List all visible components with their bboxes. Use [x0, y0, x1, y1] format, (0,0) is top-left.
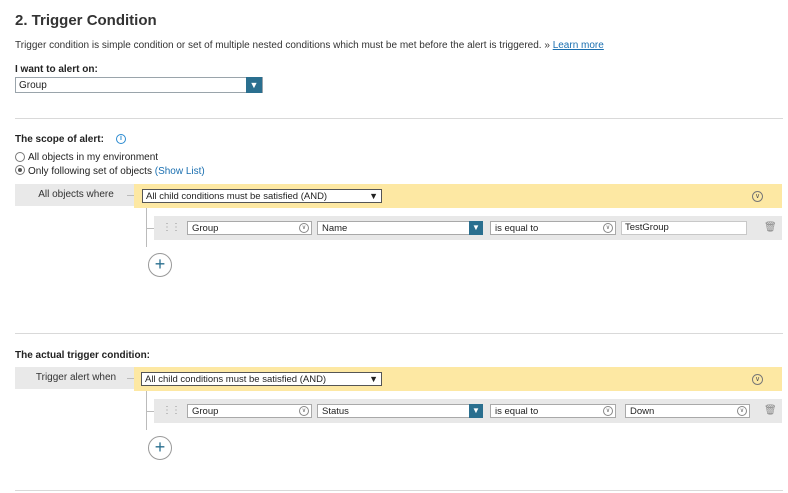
learn-more-link[interactable]: Learn more	[553, 40, 604, 51]
chevron-down-icon[interactable]: ▼	[469, 404, 483, 418]
scope-object-select[interactable]: Group ∨	[187, 221, 312, 235]
trigger-alert-when-label: Trigger alert when	[15, 367, 137, 389]
scope-operator-value: is equal to	[495, 223, 539, 234]
drag-handle-icon[interactable]: ⋮⋮	[162, 405, 181, 416]
radio-following-objects[interactable]	[15, 165, 25, 175]
chevron-down-icon: ∨	[737, 406, 747, 416]
chevron-down-icon: ∨	[603, 406, 613, 416]
chevron-down-icon[interactable]: ▼	[246, 77, 262, 93]
trigger-object-value: Group	[192, 406, 219, 417]
section-description: Trigger condition is simple condition or…	[15, 40, 604, 51]
section-title: 2. Trigger Condition	[15, 12, 157, 29]
tree-line	[146, 228, 154, 229]
chevron-down-icon: ∨	[299, 223, 309, 233]
chevron-down-icon: ∨	[603, 223, 613, 233]
divider	[15, 118, 783, 119]
add-condition-button[interactable]: +	[148, 436, 172, 460]
trigger-operator-value: is equal to	[495, 406, 539, 417]
scope-value-text: TestGroup	[625, 222, 669, 233]
chevron-down-icon[interactable]: ▼	[469, 221, 483, 235]
description-text: Trigger condition is simple condition or…	[15, 40, 550, 51]
scope-value-input[interactable]: TestGroup	[621, 221, 747, 235]
show-list-link[interactable]: (Show List)	[155, 166, 205, 177]
trigger-object-select[interactable]: Group ∨	[187, 404, 312, 418]
info-icon[interactable]: i	[116, 134, 126, 144]
all-objects-where-label: All objects where	[15, 184, 137, 206]
radio-following-objects-label: Only following set of objects (Show List…	[28, 166, 205, 177]
tree-line	[146, 411, 154, 412]
trigger-value-select[interactable]: Down ∨	[625, 404, 750, 418]
trigger-field-value: Status	[322, 406, 349, 417]
alert-on-label: I want to alert on:	[15, 64, 98, 75]
scope-label: The scope of alert:	[15, 134, 104, 145]
trash-icon[interactable]: 🗑	[764, 405, 777, 416]
collapse-icon[interactable]: ∨	[752, 191, 763, 202]
scope-and-select[interactable]: All child conditions must be satisfied (…	[142, 189, 382, 203]
radio-all-objects-label: All objects in my environment	[28, 152, 159, 163]
connector	[127, 378, 134, 379]
radio-following-objects-text: Only following set of objects	[28, 166, 152, 177]
chevron-down-icon: ▼	[369, 374, 378, 384]
trigger-operator-select[interactable]: is equal to ∨	[490, 404, 616, 418]
scope-field-value: Name	[322, 223, 348, 234]
scope-operator-select[interactable]: is equal to ∨	[490, 221, 616, 235]
trigger-field-select[interactable]: Status ▼	[317, 404, 483, 418]
drag-handle-icon[interactable]: ⋮⋮	[162, 222, 181, 233]
trash-icon[interactable]: 🗑	[764, 222, 777, 233]
trigger-label: The actual trigger condition:	[15, 350, 151, 361]
radio-all-objects[interactable]	[15, 152, 25, 162]
connector	[127, 195, 134, 196]
chevron-down-icon: ∨	[299, 406, 309, 416]
divider	[15, 333, 783, 334]
collapse-icon[interactable]: ∨	[752, 374, 763, 385]
trigger-value-text: Down	[630, 406, 655, 417]
scope-field-select[interactable]: Name ▼	[317, 221, 483, 235]
add-condition-button[interactable]: +	[148, 253, 172, 277]
trigger-and-select[interactable]: All child conditions must be satisfied (…	[141, 372, 382, 386]
divider	[15, 490, 783, 491]
alert-on-select[interactable]: Group ▼	[15, 77, 263, 93]
chevron-down-icon: ▼	[369, 191, 378, 201]
scope-and-select-value: All child conditions must be satisfied (…	[146, 191, 328, 202]
trigger-and-select-value: All child conditions must be satisfied (…	[145, 374, 327, 385]
alert-on-value: Group	[19, 80, 47, 91]
scope-object-value: Group	[192, 223, 219, 234]
